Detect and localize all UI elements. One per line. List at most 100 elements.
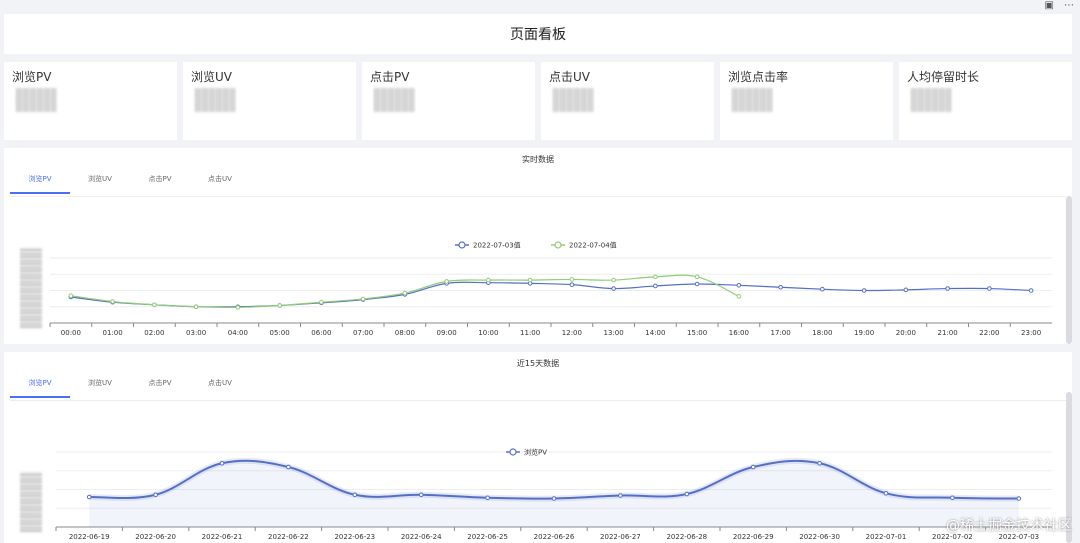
x-tick-label: 13:00 [604,329,624,337]
x-tick-label: 12:00 [562,329,582,337]
data-point [950,495,955,501]
redacted-value [16,88,56,112]
data-point [694,281,700,287]
x-tick-label: 01:00 [103,329,123,337]
data-point [444,279,449,284]
x-tick-label: 22:00 [979,329,999,337]
data-point [486,277,491,283]
data-point [820,286,825,292]
data-point [611,286,616,291]
data-point [945,286,950,291]
data-point [736,294,742,299]
data-point [1028,288,1034,293]
recent-panel: 近15天数据 浏览PV 浏览UV 点击PV 点击UV 2022-06-19 202… [4,352,1072,543]
more-icon[interactable]: ⋯ [1064,0,1074,11]
legend-label: 2022-07-03值 [473,241,521,250]
data-point [987,286,992,291]
x-tick-label: 00:00 [61,329,81,337]
x-tick-label: 03:00 [186,329,206,337]
data-point [235,305,241,310]
data-point [611,277,616,283]
x-tick-label: 09:00 [437,329,457,337]
metric-card-uv: 浏览UV [183,62,356,140]
data-point [569,282,575,287]
page-title: 页面看板 [510,27,566,43]
data-point [694,274,700,280]
data-point [653,274,658,280]
x-tick-label: 23:00 [1021,329,1041,337]
scrollbar[interactable] [1066,196,1072,344]
x-tick-label: 19:00 [854,329,874,337]
data-point [152,302,157,308]
redacted-value [553,88,593,112]
metric-label: 人均停留时长 [907,70,980,84]
redacted-value [374,88,414,112]
grid-icon[interactable]: ▣ [1045,0,1054,11]
data-point [86,494,92,500]
data-point [883,490,889,496]
legend-label: 浏览PV [524,448,547,457]
metric-card-pv: 浏览PV [4,62,177,140]
realtime-panel: 实时数据 浏览PV 浏览UV 点击PV 点击UV 00:00 01:00 02:00… [4,148,1072,344]
x-tick-label: 2022-06-27 [600,533,641,541]
top-toolbar: ▣ ⋯ [1045,0,1074,11]
x-tick-label: 2022-06-26 [534,533,575,541]
data-point [219,460,225,466]
data-point [153,492,158,498]
series-line [70,281,1032,308]
x-tick-label: 05:00 [270,329,290,337]
x-tick-label: 07:00 [353,329,373,337]
dashboard-header: 页面看板 [4,14,1072,54]
x-tick-label: 14:00 [645,329,665,337]
x-tick-label: 04:00 [228,329,248,337]
x-tick-label: 16:00 [729,329,749,337]
x-tick-label: 20:00 [896,329,916,337]
redacted-value [911,88,951,112]
x-tick-label: 2022-06-28 [666,533,707,541]
data-point [352,492,358,498]
legend-label: 2022-07-04值 [569,241,617,250]
data-point [319,299,324,305]
x-tick-label: 18:00 [812,329,832,337]
data-point [653,283,658,289]
data-point [903,287,909,293]
data-point [68,293,74,298]
x-tick-label: 2022-06-29 [733,533,774,541]
data-point [618,493,623,498]
data-point [1016,496,1022,501]
x-tick-label: 11:00 [520,329,540,337]
metric-label: 浏览UV [191,70,232,84]
data-point [817,460,822,466]
data-point [861,288,867,293]
metric-label: 浏览PV [12,70,52,84]
x-tick-label: 2022-07-01 [866,533,907,541]
redacted-value [732,88,772,112]
legend-marker [554,241,562,249]
x-tick-label: 2022-06-21 [202,533,243,541]
x-tick-label: 17:00 [771,329,791,337]
metric-label: 点击UV [549,70,590,84]
recent-area-chart: 2022-06-19 2022-06-20 2022-06-21 2022-06-22… [55,448,1052,541]
x-tick-label: 2022-06-20 [135,533,176,541]
x-tick-label: 2022-06-25 [467,533,508,541]
realtime-line-chart: 00:00 01:00 02:00 03:00 04:00 05:00 06:00 07:00… [49,241,1052,337]
data-point [569,277,575,282]
metric-cards: 浏览PV 浏览UV 点击PV 点击UV 浏览点击率 人均停留时长 [4,62,1072,140]
data-point [193,304,199,310]
watermark: @稀土掘金技术社区 [946,518,1072,534]
metric-label: 点击PV [370,70,410,84]
x-tick-label: 2022-06-23 [334,533,375,541]
x-tick-label: 15:00 [687,329,707,337]
data-point [360,296,366,302]
metric-card-avg-duration: 人均停留时长 [899,62,1072,140]
data-point [527,277,533,283]
data-point [402,290,408,296]
metric-card-ctr: 浏览点击率 [720,62,893,140]
x-tick-label: 08:00 [395,329,415,337]
x-tick-label: 2022-06-24 [401,533,442,541]
data-point [778,284,783,290]
x-tick-label: 10:00 [478,329,498,337]
legend-marker [458,241,466,249]
data-point [286,464,291,470]
data-point [277,303,282,308]
